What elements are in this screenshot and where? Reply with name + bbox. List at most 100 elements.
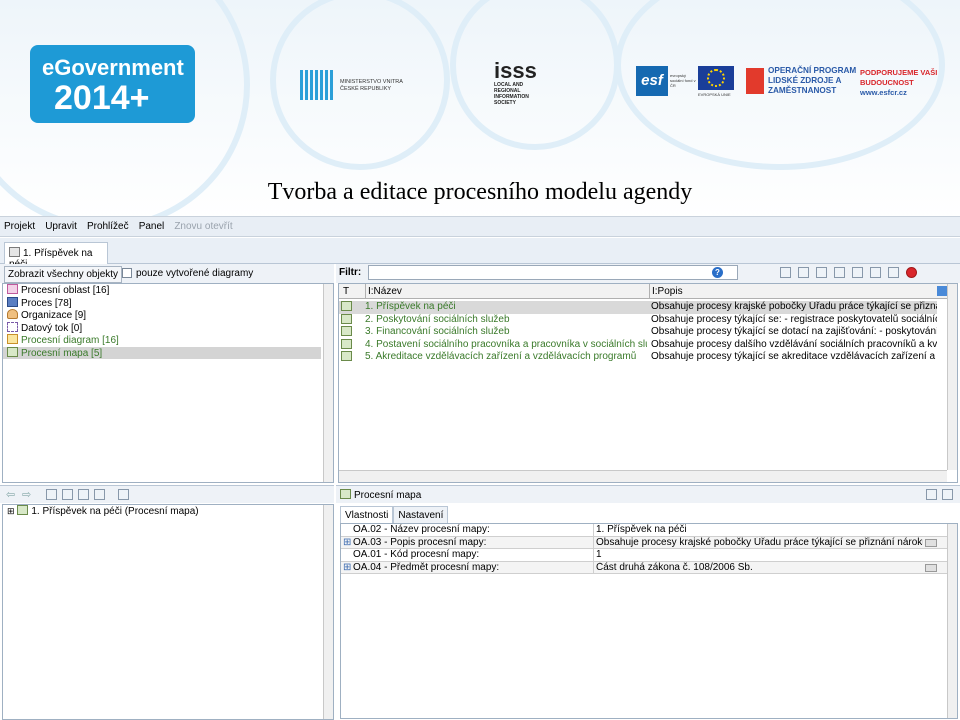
menu-panel[interactable]: Panel: [135, 217, 168, 232]
process-map-icon: [7, 346, 18, 357]
process-icon: [7, 296, 18, 307]
tree-item-procesni-diagram[interactable]: Procesní diagram [16]: [3, 334, 333, 347]
expand-icon[interactable]: [834, 266, 846, 278]
property-key: OA.03 - Popis procesní mapy:: [353, 536, 487, 548]
delete-icon[interactable]: [906, 266, 918, 278]
row-desc: Obsahuje procesy dalšího vzdělávání soci…: [651, 338, 937, 350]
col-header-desc[interactable]: I:Popis: [649, 284, 683, 299]
op-logo-text: OPERAČNÍ PROGRAM LIDSKÉ ZDROJE A ZAMĚSTN…: [768, 66, 857, 95]
help-icon[interactable]: ?: [712, 267, 723, 278]
menu-bar: Projekt Upravit Prohlížeč Panel Znovu ot…: [0, 217, 960, 237]
props-title: Procesní mapa: [340, 489, 421, 501]
tree-item-proces[interactable]: Proces [78]: [3, 296, 333, 310]
property-row[interactable]: ⊞ OA.03 - Popis procesní mapy: Obsahuje …: [341, 536, 957, 549]
edit-text-icon[interactable]: [925, 538, 937, 547]
tree-item-procesni-mapa[interactable]: Procesní mapa [5]: [3, 346, 321, 359]
egovernment-logo: eGovernment 2014+: [30, 45, 195, 123]
menu-projekt[interactable]: Projekt: [0, 217, 38, 232]
tree-scrollbar[interactable]: [323, 284, 333, 482]
grid-vertical-scrollbar[interactable]: [947, 284, 957, 470]
process-map-icon: [341, 301, 352, 311]
process-map-icon: [341, 326, 352, 336]
edit-text-icon[interactable]: [925, 563, 937, 572]
tab-prispevek-na-peci[interactable]: 1. Příspěvek na péči: [4, 242, 108, 270]
menu-znovu-otevrit[interactable]: Znovu otevřít: [170, 217, 235, 232]
property-key: OA.01 - Kód procesní mapy:: [353, 549, 480, 560]
property-value[interactable]: 1: [593, 549, 939, 561]
expand-toggle-icon[interactable]: ⊞: [343, 537, 353, 549]
show-all-objects-button[interactable]: Zobrazit všechny objekty: [4, 266, 123, 283]
egov-logo-line1: eGovernment: [42, 55, 184, 80]
filter-input[interactable]: [368, 265, 738, 280]
properties-tabs: Vlastnosti Nastavení: [340, 506, 449, 524]
left-toolbar: Zobrazit všechny objekty pouze vytvořené…: [0, 264, 334, 283]
esf-url: www.esfcr.cz: [860, 88, 907, 97]
tab-nastaveni[interactable]: Nastavení: [393, 506, 449, 524]
tree-item-prispevek-map[interactable]: ⊞ 1. Příspěvek na péči (Procesní mapa): [3, 505, 333, 518]
isss-logo: isss LOCAL AND REGIONAL INFORMATION SOCI…: [494, 60, 549, 107]
panel-icon[interactable]: [94, 489, 105, 500]
tab-vlastnosti[interactable]: Vlastnosti: [340, 506, 394, 524]
property-value[interactable]: Část druhá zákona č. 108/2006 Sb.: [593, 561, 923, 573]
table-row[interactable]: 2. Poskytování sociálních služeb Obsahuj…: [339, 313, 937, 327]
process-map-icon: [340, 489, 351, 499]
expand-toggle-icon[interactable]: ⊞: [343, 562, 353, 574]
podporujeme-text: PODPORUJEME VAŠI BUDOUCNOST: [860, 68, 938, 87]
table-row[interactable]: 1. Příspěvek na péči Obsahuje procesy kr…: [339, 301, 937, 314]
columns-icon[interactable]: [937, 286, 947, 296]
grid-horizontal-scrollbar[interactable]: [339, 470, 947, 482]
object-grid: T I:Název I:Popis 1. Příspěvek na péči O…: [338, 283, 958, 483]
book-icon[interactable]: [888, 266, 900, 278]
properties-scrollbar[interactable]: [947, 524, 957, 718]
property-row[interactable]: ⊞ OA.04 - Předmět procesní mapy: Část dr…: [341, 561, 957, 574]
property-value[interactable]: 1. Příspěvek na péči: [593, 524, 939, 536]
row-desc: Obsahuje procesy krajské pobočky Úřadu p…: [651, 301, 937, 312]
row-name: 2. Poskytování sociálních služeb: [365, 313, 510, 325]
col-header-type[interactable]: T: [343, 284, 349, 299]
document-icon: [9, 247, 20, 257]
row-name: 5. Akreditace vzdělávacích zařízení a vz…: [365, 351, 637, 362]
map-settings-icon[interactable]: [118, 489, 129, 500]
tree-icon[interactable]: [852, 266, 864, 278]
process-area-icon: [7, 284, 18, 294]
expand-toggle-icon[interactable]: [343, 524, 353, 536]
tree-item-procesni-oblast[interactable]: Procesní oblast [16]: [3, 284, 333, 297]
table-row[interactable]: 5. Akreditace vzdělávacích zařízení a vz…: [339, 351, 937, 364]
close-panel-icon[interactable]: [942, 489, 953, 500]
filter-bar: Filtr: ?: [336, 264, 960, 283]
slide-title: Tvorba a editace procesního modelu agend…: [267, 179, 693, 205]
tree-item-datovy-tok[interactable]: Datový tok [0]: [3, 321, 333, 335]
fit-icon[interactable]: [816, 266, 828, 278]
data-flow-icon: [7, 321, 18, 332]
map-toolbar: ⇦ ⇨: [0, 485, 334, 503]
back-icon[interactable]: ⇦: [6, 488, 15, 501]
export-icon[interactable]: [870, 266, 882, 278]
view-list-icon[interactable]: [780, 266, 791, 278]
row-desc: Obsahuje procesy týkající se dotací na z…: [651, 326, 937, 337]
expand-all-icon[interactable]: [78, 489, 89, 500]
map-tree-scrollbar[interactable]: [323, 505, 333, 719]
table-row[interactable]: 3. Financování sociálních služeb Obsahuj…: [339, 326, 937, 339]
tree-item-organizace[interactable]: Organizace [9]: [3, 309, 333, 322]
grid-header: T I:Název I:Popis: [339, 284, 947, 299]
menu-upravit[interactable]: Upravit: [41, 217, 80, 232]
menu-prohlizec[interactable]: Prohlížeč: [83, 217, 132, 232]
expand-toggle-icon[interactable]: [343, 549, 353, 561]
property-row[interactable]: OA.01 - Kód procesní mapy: 1: [341, 549, 957, 562]
view-detail-icon[interactable]: [798, 266, 810, 278]
col-header-name[interactable]: I:Název: [365, 284, 402, 299]
document-tab-bar: 1. Příspěvek na péči: [0, 238, 960, 270]
property-value[interactable]: Obsahuje procesy krajské pobočky Úřadu p…: [593, 536, 923, 548]
property-row[interactable]: OA.02 - Název procesní mapy: 1. Příspěve…: [341, 524, 957, 537]
esf-subtext: evropský sociální fond v ČR: [670, 73, 696, 88]
refresh-icon[interactable]: [46, 489, 57, 500]
only-created-checkbox[interactable]: [122, 268, 132, 278]
process-map-icon: [341, 351, 352, 361]
zoom-fit-icon[interactable]: [62, 489, 73, 500]
maximize-icon[interactable]: [926, 489, 937, 500]
object-tree-panel: Procesní oblast [16] Proces [78] Organiz…: [2, 283, 334, 483]
forward-icon[interactable]: ⇨: [22, 488, 31, 501]
table-row[interactable]: 4. Postavení sociálního pracovníka a pra…: [339, 338, 937, 352]
property-key: OA.02 - Název procesní mapy:: [353, 524, 490, 535]
expand-toggle-icon[interactable]: ⊞: [7, 506, 15, 516]
